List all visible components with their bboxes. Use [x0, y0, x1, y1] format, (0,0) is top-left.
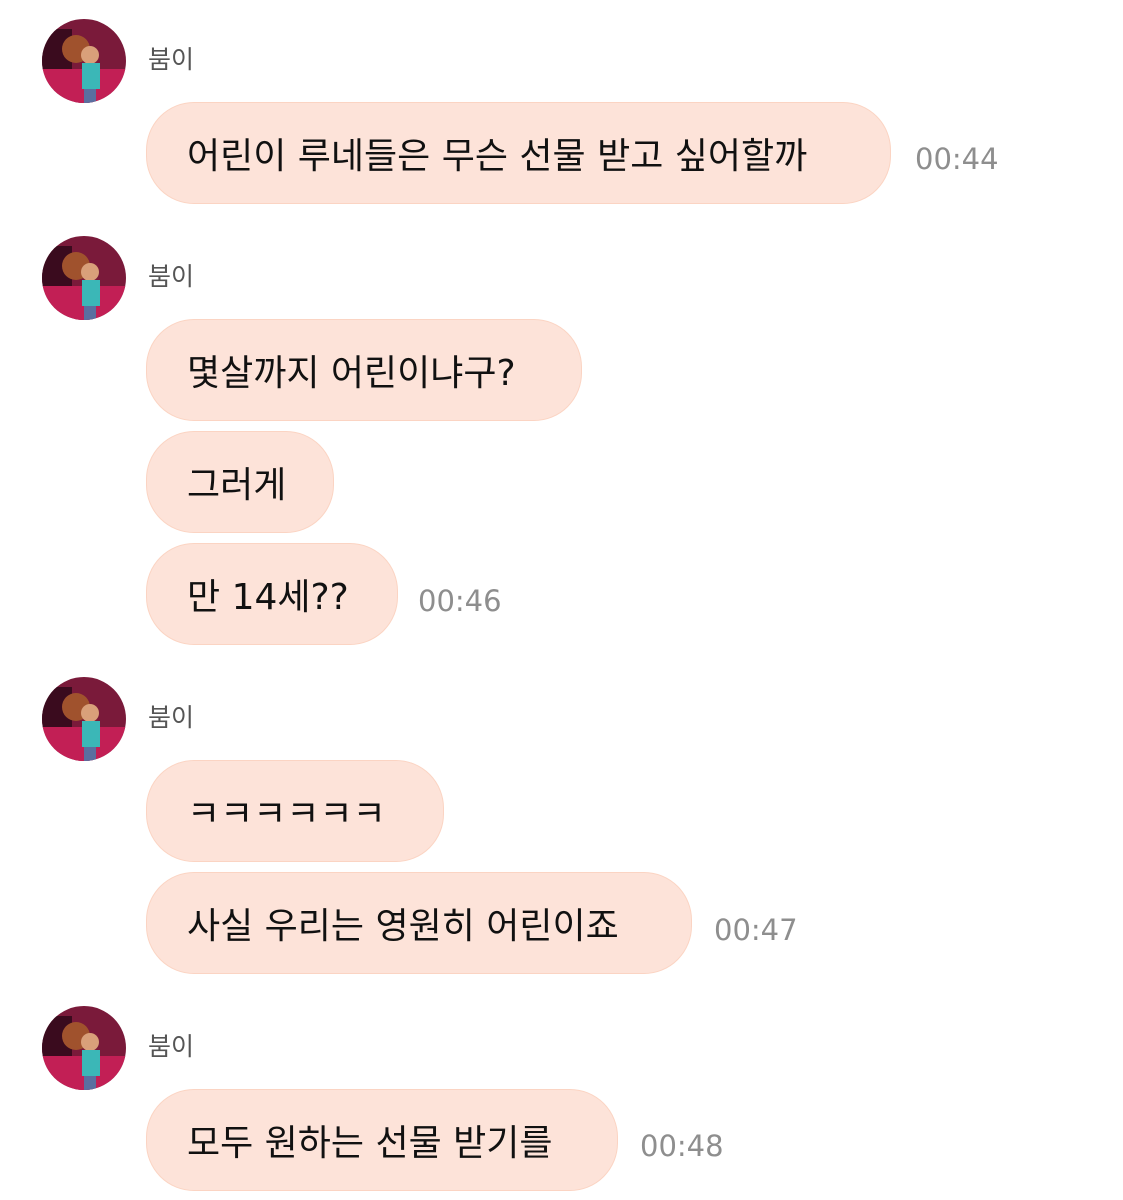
- message-bubble[interactable]: ㅋㅋㅋㅋㅋㅋ: [146, 760, 444, 862]
- sender-name: 붐이: [148, 45, 195, 74]
- message-bubble[interactable]: 사실 우리는 영원히 어린이죠: [146, 872, 692, 974]
- message-time: 00:44: [915, 142, 999, 176]
- message-time: 00:47: [714, 913, 798, 947]
- message-bubble[interactable]: 그러게: [146, 431, 334, 533]
- profile-avatar-icon[interactable]: [42, 19, 126, 103]
- message-time: 00:46: [418, 584, 502, 618]
- message-bubble[interactable]: 어린이 루네들은 무슨 선물 받고 싶어할까: [146, 102, 891, 204]
- profile-avatar-icon[interactable]: [42, 236, 126, 320]
- message-bubble[interactable]: 몇살까지 어린이냐구?: [146, 319, 582, 421]
- message-time: 00:48: [640, 1129, 724, 1163]
- sender-name: 붐이: [148, 703, 195, 732]
- profile-avatar-icon[interactable]: [42, 1006, 126, 1090]
- sender-name: 붐이: [148, 1032, 195, 1061]
- sender-name: 붐이: [148, 262, 195, 291]
- profile-avatar-icon[interactable]: [42, 677, 126, 761]
- message-bubble[interactable]: 만 14세??: [146, 543, 398, 645]
- message-bubble[interactable]: 모두 원하는 선물 받기를: [146, 1089, 618, 1191]
